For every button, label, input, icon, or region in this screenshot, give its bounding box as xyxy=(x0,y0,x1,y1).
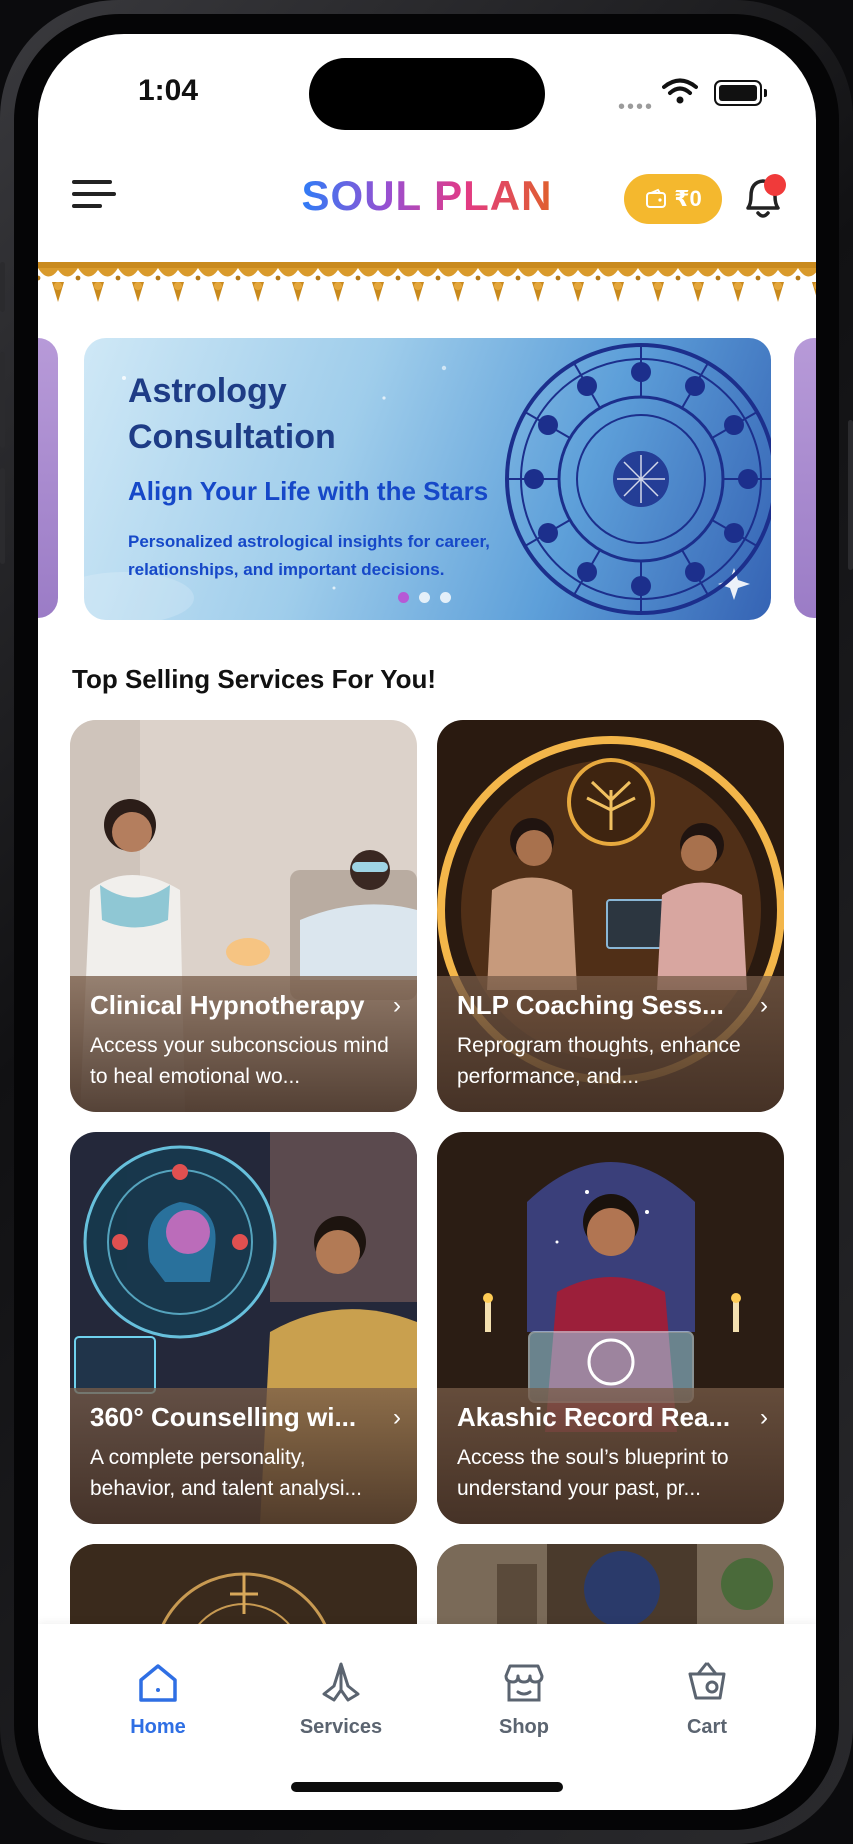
decorative-border-strip xyxy=(38,262,816,306)
dynamic-island xyxy=(309,58,545,130)
carousel-dot[interactable] xyxy=(440,592,451,603)
namaste-icon xyxy=(322,1662,360,1702)
nav-shop[interactable]: Shop xyxy=(464,1660,584,1739)
store-icon xyxy=(504,1664,544,1702)
carousel-dot[interactable] xyxy=(398,592,409,603)
banner-description: Personalized astrological insights for c… xyxy=(128,532,490,579)
volume-up-button xyxy=(0,352,5,448)
section-title: Top Selling Services For You! xyxy=(72,664,437,694)
carousel-prev-slide[interactable] xyxy=(38,338,58,618)
notification-badge xyxy=(764,174,786,196)
service-card-360-counselling[interactable]: 360° Counselling wi... › A complete pers… xyxy=(70,1132,417,1524)
service-description: A complete personality, behavior, and ta… xyxy=(90,1446,363,1500)
carousel-pagination xyxy=(398,592,451,603)
chevron-right-icon: › xyxy=(393,1404,401,1431)
wallet-button[interactable]: ₹0 xyxy=(624,174,722,224)
home-icon xyxy=(139,1664,177,1702)
power-button xyxy=(848,420,853,570)
wallet-icon xyxy=(646,188,667,208)
wifi-icon xyxy=(662,78,698,104)
cart-icon xyxy=(688,1662,726,1700)
wallet-balance: ₹0 xyxy=(674,186,702,211)
service-description: Reprogram thoughts, enhance performance,… xyxy=(457,1034,741,1088)
status-time: 1:04 xyxy=(138,74,199,107)
service-description: Access the soul’s blueprint to understan… xyxy=(457,1446,729,1500)
chevron-right-icon: › xyxy=(760,992,768,1019)
carousel-dot[interactable] xyxy=(419,592,430,603)
home-indicator[interactable] xyxy=(291,1782,563,1792)
banner-subtitle: Align Your Life with the Stars xyxy=(128,476,489,506)
chevron-right-icon: › xyxy=(760,1404,768,1431)
phone-frame: 1:04 •••• SOUL PLAN ₹0 Astrology Consult… xyxy=(0,0,853,1844)
battery-icon xyxy=(714,80,767,106)
carousel-next-slide[interactable] xyxy=(794,338,816,618)
nav-label: Home xyxy=(130,1716,186,1738)
service-card-akashic-record[interactable]: Akashic Record Rea... › Access the soul’… xyxy=(437,1132,784,1524)
service-description: Access your subconscious mind to heal em… xyxy=(90,1034,389,1088)
nav-label: Cart xyxy=(686,1716,727,1738)
chevron-right-icon: › xyxy=(393,992,401,1019)
zodiac-wheel-icon xyxy=(505,343,771,615)
nav-label: Services xyxy=(299,1716,383,1738)
service-title: 360° Counselling wi... xyxy=(90,1402,357,1432)
screen: 1:04 •••• SOUL PLAN ₹0 Astrology Consult… xyxy=(38,34,816,1810)
nav-cart[interactable]: Cart xyxy=(647,1660,767,1739)
nav-home[interactable]: Home xyxy=(98,1660,218,1739)
bottom-navigation: Home Services Shop Cart xyxy=(38,1624,816,1810)
banner-title: Astrology Consultation xyxy=(128,372,336,456)
astrology-banner[interactable]: Astrology Consultation Align Your Life w… xyxy=(84,338,771,620)
service-card-nlp-coaching[interactable]: NLP Coaching Sess... › Reprogram thought… xyxy=(437,720,784,1112)
volume-down-button xyxy=(0,468,5,564)
service-title: Akashic Record Rea... xyxy=(457,1402,731,1432)
mute-switch xyxy=(0,262,5,312)
signal-icon: •••• xyxy=(618,96,655,118)
service-title: Clinical Hypnotherapy xyxy=(90,990,365,1020)
nav-label: Shop xyxy=(499,1716,549,1738)
service-card-clinical-hypnotherapy[interactable]: Clinical Hypnotherapy › Access your subc… xyxy=(70,720,417,1112)
nav-services[interactable]: Services xyxy=(281,1660,401,1739)
service-title: NLP Coaching Sess... xyxy=(457,990,724,1020)
